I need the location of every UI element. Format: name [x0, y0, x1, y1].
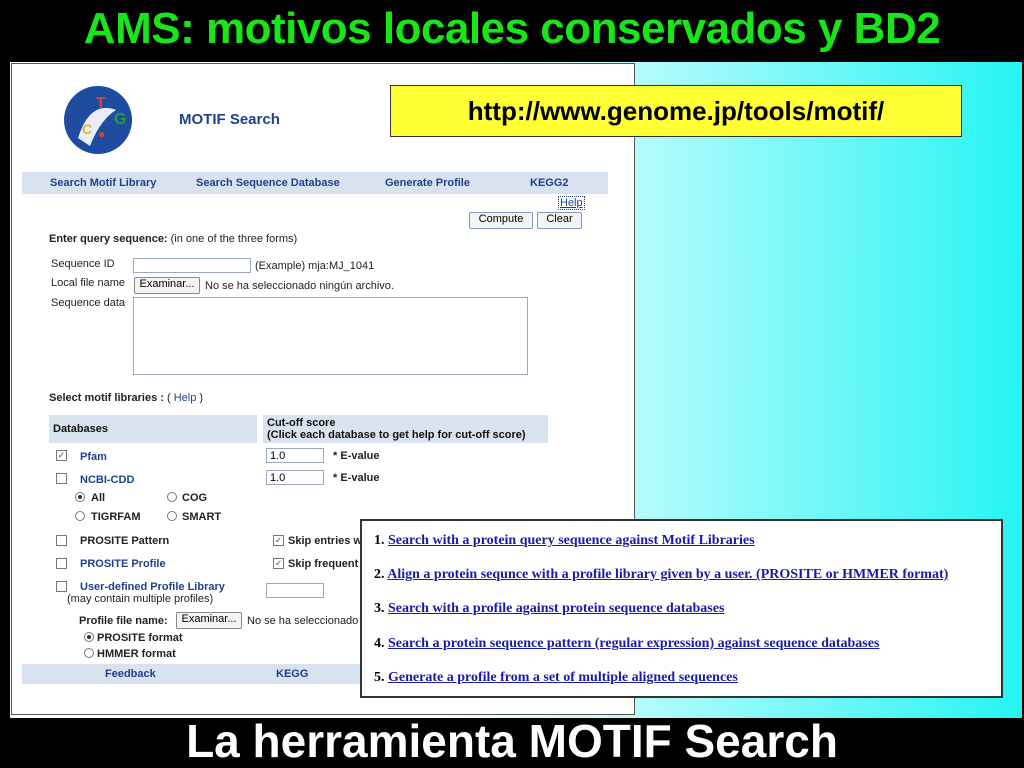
profile-no-file: No se ha seleccionado: [247, 615, 359, 627]
profile-browse-button[interactable]: Examinar...: [176, 612, 242, 629]
cutoff-header-line1: Cut-off score: [267, 417, 336, 429]
skip-entries-label: Skip entries w: [288, 535, 362, 547]
user-defined-link[interactable]: User-defined Profile Library: [80, 581, 225, 593]
nav-search-sequence-database[interactable]: Search Sequence Database: [196, 177, 340, 189]
ncbi-evalue-input[interactable]: 1.0: [266, 470, 324, 485]
prosite-pattern-label: PROSITE Pattern: [80, 535, 170, 547]
skip-entries-checkbox[interactable]: ✓: [273, 535, 284, 546]
sequence-id-example: (Example) mja:MJ_1041: [255, 260, 375, 272]
query-hint: (in one of the three forms): [167, 233, 298, 245]
slide-title: AMS: motivos locales conservados y BD2: [83, 4, 941, 53]
pfam-evalue-input[interactable]: 1.0: [266, 448, 324, 463]
list-item-number: 5.: [374, 670, 385, 685]
cdd-all-radio[interactable]: [75, 492, 85, 502]
list-item-number: 4.: [374, 636, 385, 651]
genomenet-logo-icon: T G C ●: [64, 86, 132, 154]
motif-lib-heading-text: Select motif libraries :: [49, 392, 164, 404]
hmmer-format-radio[interactable]: [84, 648, 94, 658]
motif-lib-help-link[interactable]: Help: [174, 392, 197, 404]
cdd-all-label: All: [91, 492, 106, 504]
svg-text:G: G: [114, 111, 126, 128]
prosite-format-radio[interactable]: [84, 632, 94, 642]
cdd-tigrfam-label: TIGRFAM: [91, 511, 141, 523]
tool-url[interactable]: http://www.genome.jp/tools/motif/: [391, 96, 961, 127]
list-item: 4. Search a protein sequence pattern (re…: [374, 636, 879, 652]
list-item: 3. Search with a profile against protein…: [374, 601, 724, 617]
nav-search-motif-library[interactable]: Search Motif Library: [50, 177, 156, 189]
hmmer-format-label: HMMER format: [97, 648, 176, 660]
ncbi-evalue-label: * E-value: [333, 472, 380, 484]
help-link[interactable]: Help: [558, 196, 585, 210]
kegg-link[interactable]: KEGG: [276, 668, 308, 680]
skip-frequent-label: Skip frequent: [288, 558, 359, 570]
list-item: 1. Search with a protein query sequence …: [374, 533, 755, 549]
list-item-number: 2.: [374, 567, 385, 582]
svg-text:T: T: [96, 95, 106, 112]
sequence-id-label: Sequence ID: [51, 258, 115, 270]
prosite-profile-checkbox[interactable]: [56, 558, 67, 569]
motif-functions-list: 1. Search with a protein query sequence …: [360, 519, 1003, 698]
query-heading-text: Enter query sequence:: [49, 233, 168, 245]
user-defined-input[interactable]: [266, 583, 324, 598]
list-item-link[interactable]: Search with a protein query sequence aga…: [388, 533, 755, 548]
motif-search-brand: MOTIF Search: [179, 111, 280, 128]
skip-frequent-checkbox[interactable]: ✓: [273, 558, 284, 569]
nav-kegg2[interactable]: KEGG2: [530, 177, 569, 189]
query-heading: Enter query sequence: (in one of the thr…: [49, 233, 297, 245]
sequence-data-textarea[interactable]: [133, 297, 528, 375]
databases-header: Databases: [49, 415, 257, 443]
svg-text:●: ●: [98, 127, 105, 141]
ncbi-cdd-checkbox[interactable]: [56, 473, 67, 484]
list-item-link[interactable]: Generate a profile from a set of multipl…: [388, 670, 738, 685]
pfam-link[interactable]: Pfam: [80, 451, 107, 463]
list-item: 2. Align a protein sequnce with a profil…: [374, 567, 948, 583]
cdd-smart-radio[interactable]: [167, 511, 177, 521]
user-defined-checkbox[interactable]: [56, 581, 67, 592]
prosite-profile-link[interactable]: PROSITE Profile: [80, 558, 166, 570]
cdd-cog-label: COG: [182, 492, 208, 504]
local-file-label: Local file name: [51, 277, 125, 289]
clear-button[interactable]: Clear: [537, 212, 582, 229]
list-item-number: 3.: [374, 601, 385, 616]
sequence-id-input[interactable]: [133, 258, 251, 273]
list-item-link[interactable]: Search a protein sequence pattern (regul…: [388, 636, 879, 651]
cdd-cog-radio[interactable]: [167, 492, 177, 502]
user-defined-note: (may contain multiple profiles): [67, 593, 214, 605]
list-item-link[interactable]: Align a protein sequnce with a profile l…: [387, 567, 948, 582]
pfam-checkbox[interactable]: ✓: [56, 450, 67, 461]
list-item: 5. Generate a profile from a set of mult…: [374, 670, 738, 686]
feedback-link[interactable]: Feedback: [105, 668, 156, 680]
motif-lib-heading: Select motif libraries : ( Help ): [49, 392, 203, 404]
motif-lib-help-close: ): [196, 392, 204, 404]
pfam-evalue-label: * E-value: [333, 450, 380, 462]
ncbi-cdd-link[interactable]: NCBI-CDD: [80, 474, 134, 486]
prosite-format-label: PROSITE format: [97, 632, 183, 644]
svg-text:C: C: [82, 121, 92, 137]
cdd-tigrfam-radio[interactable]: [75, 511, 85, 521]
cdd-smart-label: SMART: [182, 511, 222, 523]
compute-button[interactable]: Compute: [469, 212, 533, 229]
list-item-number: 1.: [374, 533, 385, 548]
profile-file-label: Profile file name:: [79, 615, 168, 627]
databases-header-text: Databases: [53, 423, 109, 435]
cutoff-header: Cut-off score (Click each database to ge…: [263, 415, 548, 443]
prosite-pattern-checkbox[interactable]: [56, 535, 67, 546]
nav-generate-profile[interactable]: Generate Profile: [385, 177, 470, 189]
nav-bar: Search Motif Library Search Sequence Dat…: [22, 172, 608, 194]
slide-footer: La herramienta MOTIF Search: [186, 715, 838, 767]
sequence-data-label: Sequence data: [51, 297, 126, 309]
no-file-selected: No se ha seleccionado ningún archivo.: [205, 280, 394, 292]
motif-lib-help-open: (: [167, 392, 174, 404]
url-callout: http://www.genome.jp/tools/motif/: [390, 85, 962, 137]
browse-button[interactable]: Examinar...: [134, 277, 200, 294]
cutoff-header-line2: (Click each database to get help for cut…: [267, 429, 526, 441]
list-item-link[interactable]: Search with a profile against protein se…: [388, 601, 724, 616]
